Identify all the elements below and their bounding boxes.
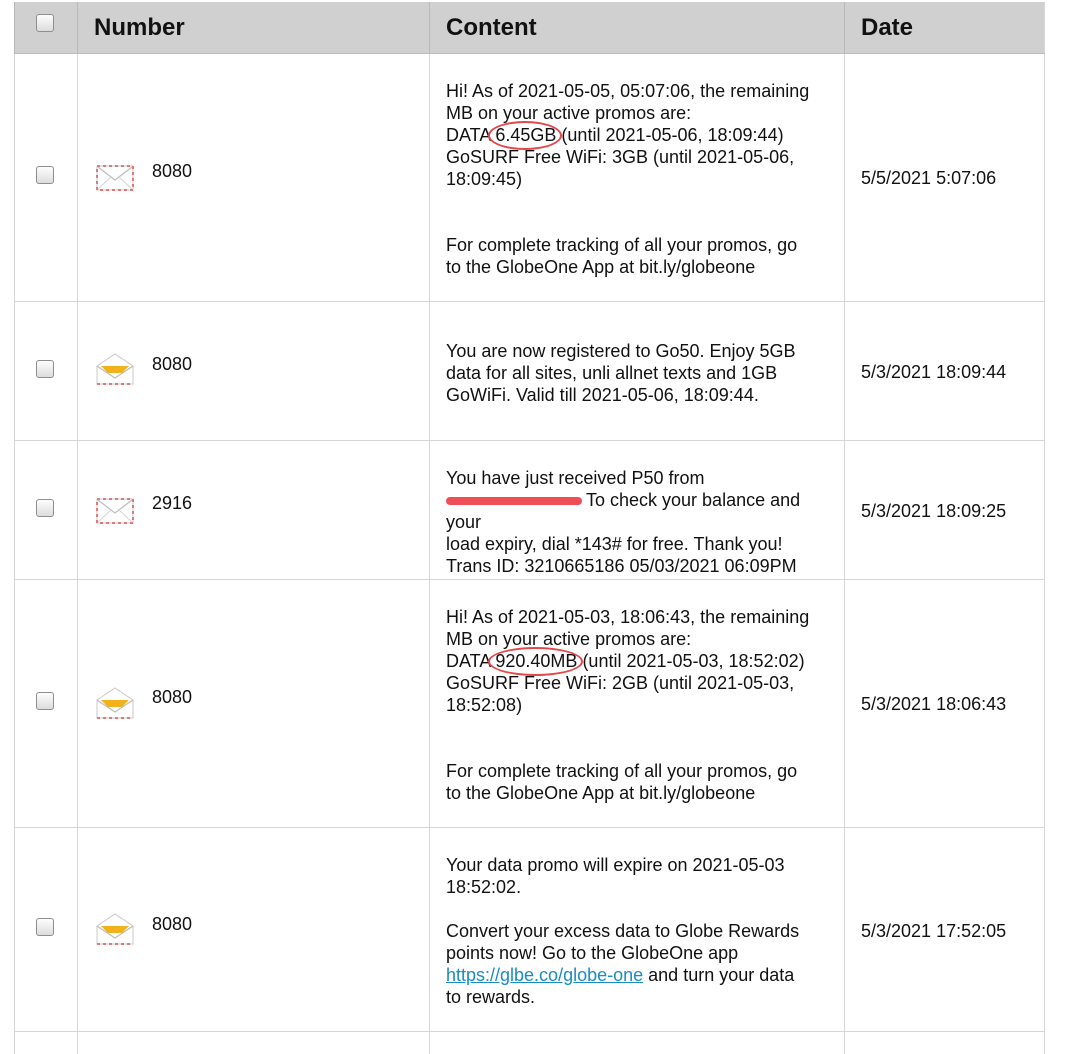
row-checkbox[interactable] — [36, 166, 54, 184]
message-date: 5/3/2021 17:52:05 — [861, 921, 1007, 941]
header-date-cell[interactable]: Date — [844, 2, 1045, 53]
date-cell: 5/3/2021 18:06:43 — [844, 580, 1045, 827]
content-line: For complete tracking of all your promos… — [446, 761, 798, 781]
header-select-cell — [14, 2, 77, 53]
content-line: Convert your excess data to Globe Reward… — [446, 921, 800, 941]
row-select-cell — [14, 54, 77, 301]
content-line: to rewards. — [446, 987, 536, 1007]
sender-number: 8080 — [152, 161, 193, 181]
envelope-open-icon — [96, 686, 134, 720]
message-date: 5/5/2021 5:07:06 — [861, 168, 997, 188]
content-line: GoSURF Free WiFi: 3GB (until 2021-05-06, — [446, 147, 795, 167]
number-cell: 8080 — [77, 828, 429, 1031]
globeone-link[interactable]: https://glbe.co/globe-one — [446, 965, 643, 985]
content-line: data for all sites, unli allnet texts an… — [446, 363, 778, 383]
row-select-cell — [14, 441, 77, 579]
content-line: Hi! As of 2021-05-05, 05:07:06, the rema… — [446, 81, 810, 101]
content-line: points now! Go to the GlobeOne app — [446, 943, 739, 963]
select-all-checkbox[interactable] — [36, 14, 54, 32]
content-line: load expiry, dial *143# for free. Thank … — [446, 534, 783, 554]
circled-data-balance: 920.40MB — [488, 647, 584, 676]
envelope-closed-icon — [96, 493, 134, 527]
date-cell: 5/3/2021 18:09:44 — [844, 302, 1045, 440]
table-header: Number Content Date — [14, 2, 1045, 54]
row-select-cell — [14, 580, 77, 827]
number-cell: 8080 — [77, 580, 429, 827]
content-line: Your data promo will expire on 2021-05-0… — [446, 855, 785, 875]
content-cell: Your data promo will expire on 2021-05-0… — [429, 828, 844, 1031]
content-line: DATA 920.40MB (until 2021-05-03, 18:52:0… — [446, 647, 805, 676]
row-checkbox[interactable] — [36, 692, 54, 710]
table-row[interactable] — [14, 1032, 1045, 1054]
column-header-date: Date — [861, 14, 914, 41]
envelope-closed-icon — [96, 160, 134, 194]
number-cell: 2916 — [77, 441, 429, 579]
date-cell: 5/3/2021 18:09:25 — [844, 441, 1045, 579]
column-header-content: Content — [446, 14, 537, 41]
content-line: https://glbe.co/globe-one and turn your … — [446, 965, 795, 985]
date-cell: 5/3/2021 17:52:05 — [844, 828, 1045, 1031]
content-cell: You are now registered to Go50. Enjoy 5G… — [429, 302, 844, 440]
content-line: For complete tracking of all your promos… — [446, 235, 798, 255]
content-line: GoSURF Free WiFi: 2GB (until 2021-05-03, — [446, 673, 795, 693]
message-content: You are now registered to Go50. Enjoy 5G… — [446, 340, 840, 406]
row-checkbox[interactable] — [36, 499, 54, 517]
sender-number: 2916 — [152, 493, 193, 513]
content-line: GoWiFi. Valid till 2021-05-06, 18:09:44. — [446, 385, 759, 405]
content-cell: Hi! As of 2021-05-05, 05:07:06, the rema… — [429, 54, 844, 301]
circled-data-balance: 6.45GB — [488, 121, 563, 150]
content-line: To check your balance and your — [446, 490, 801, 532]
content-line: You have just received P50 from — [446, 468, 705, 488]
content-line: Hi! As of 2021-05-03, 18:06:43, the rema… — [446, 607, 810, 627]
message-content: Hi! As of 2021-05-05, 05:07:06, the rema… — [446, 80, 840, 278]
table-row[interactable]: 8080 You are now registered to Go50. Enj… — [14, 302, 1045, 441]
envelope-open-icon — [96, 912, 134, 946]
content-line: 18:09:45) — [446, 169, 523, 189]
number-cell: 8080 — [77, 302, 429, 440]
message-content: Your data promo will expire on 2021-05-0… — [446, 854, 840, 1008]
content-line: DATA 6.45GB (until 2021-05-06, 18:09:44) — [446, 121, 784, 150]
content-cell — [429, 1032, 844, 1054]
redaction-mark — [446, 497, 582, 506]
table-row[interactable]: 8080 Your data promo will expire on 2021… — [14, 828, 1045, 1032]
row-select-cell — [14, 828, 77, 1031]
row-select-cell — [14, 302, 77, 440]
number-cell: 8080 — [77, 54, 429, 301]
row-checkbox[interactable] — [36, 918, 54, 936]
row-checkbox[interactable] — [36, 360, 54, 378]
date-cell — [844, 1032, 1045, 1054]
header-content-cell[interactable]: Content — [429, 2, 844, 53]
date-cell: 5/5/2021 5:07:06 — [844, 54, 1045, 301]
message-content: You have just received P50 from To check… — [446, 467, 840, 577]
content-line: You are now registered to Go50. Enjoy 5G… — [446, 341, 796, 361]
number-cell — [77, 1032, 429, 1054]
header-number-cell[interactable]: Number — [77, 2, 429, 53]
sender-number: 8080 — [152, 354, 193, 374]
content-cell: You have just received P50 from To check… — [429, 441, 844, 579]
content-line: MB on your active promos are: — [446, 103, 692, 123]
content-line: 18:52:02. — [446, 877, 522, 897]
row-select-cell — [14, 1032, 77, 1054]
message-date: 5/3/2021 18:09:25 — [861, 501, 1007, 521]
content-line: 18:52:08) — [446, 695, 523, 715]
table-row[interactable]: 8080 Hi! As of 2021-05-05, 05:07:06, the… — [14, 54, 1045, 302]
column-header-number: Number — [94, 14, 185, 41]
envelope-open-icon — [96, 352, 134, 386]
message-date: 5/3/2021 18:06:43 — [861, 694, 1007, 714]
content-line: Trans ID: 3210665186 05/03/2021 06:09PM — [446, 556, 797, 576]
content-line: to the GlobeOne App at bit.ly/globeone — [446, 257, 756, 277]
table-row[interactable]: 8080 Hi! As of 2021-05-03, 18:06:43, the… — [14, 580, 1045, 828]
content-line: to the GlobeOne App at bit.ly/globeone — [446, 783, 756, 803]
sender-number: 8080 — [152, 687, 193, 707]
sender-number: 8080 — [152, 914, 193, 934]
content-cell: Hi! As of 2021-05-03, 18:06:43, the rema… — [429, 580, 844, 827]
content-line: MB on your active promos are: — [446, 629, 692, 649]
message-content: Hi! As of 2021-05-03, 18:06:43, the rema… — [446, 606, 840, 804]
message-date: 5/3/2021 18:09:44 — [861, 362, 1007, 382]
table-row[interactable]: 2916 You have just received P50 from To … — [14, 441, 1045, 580]
